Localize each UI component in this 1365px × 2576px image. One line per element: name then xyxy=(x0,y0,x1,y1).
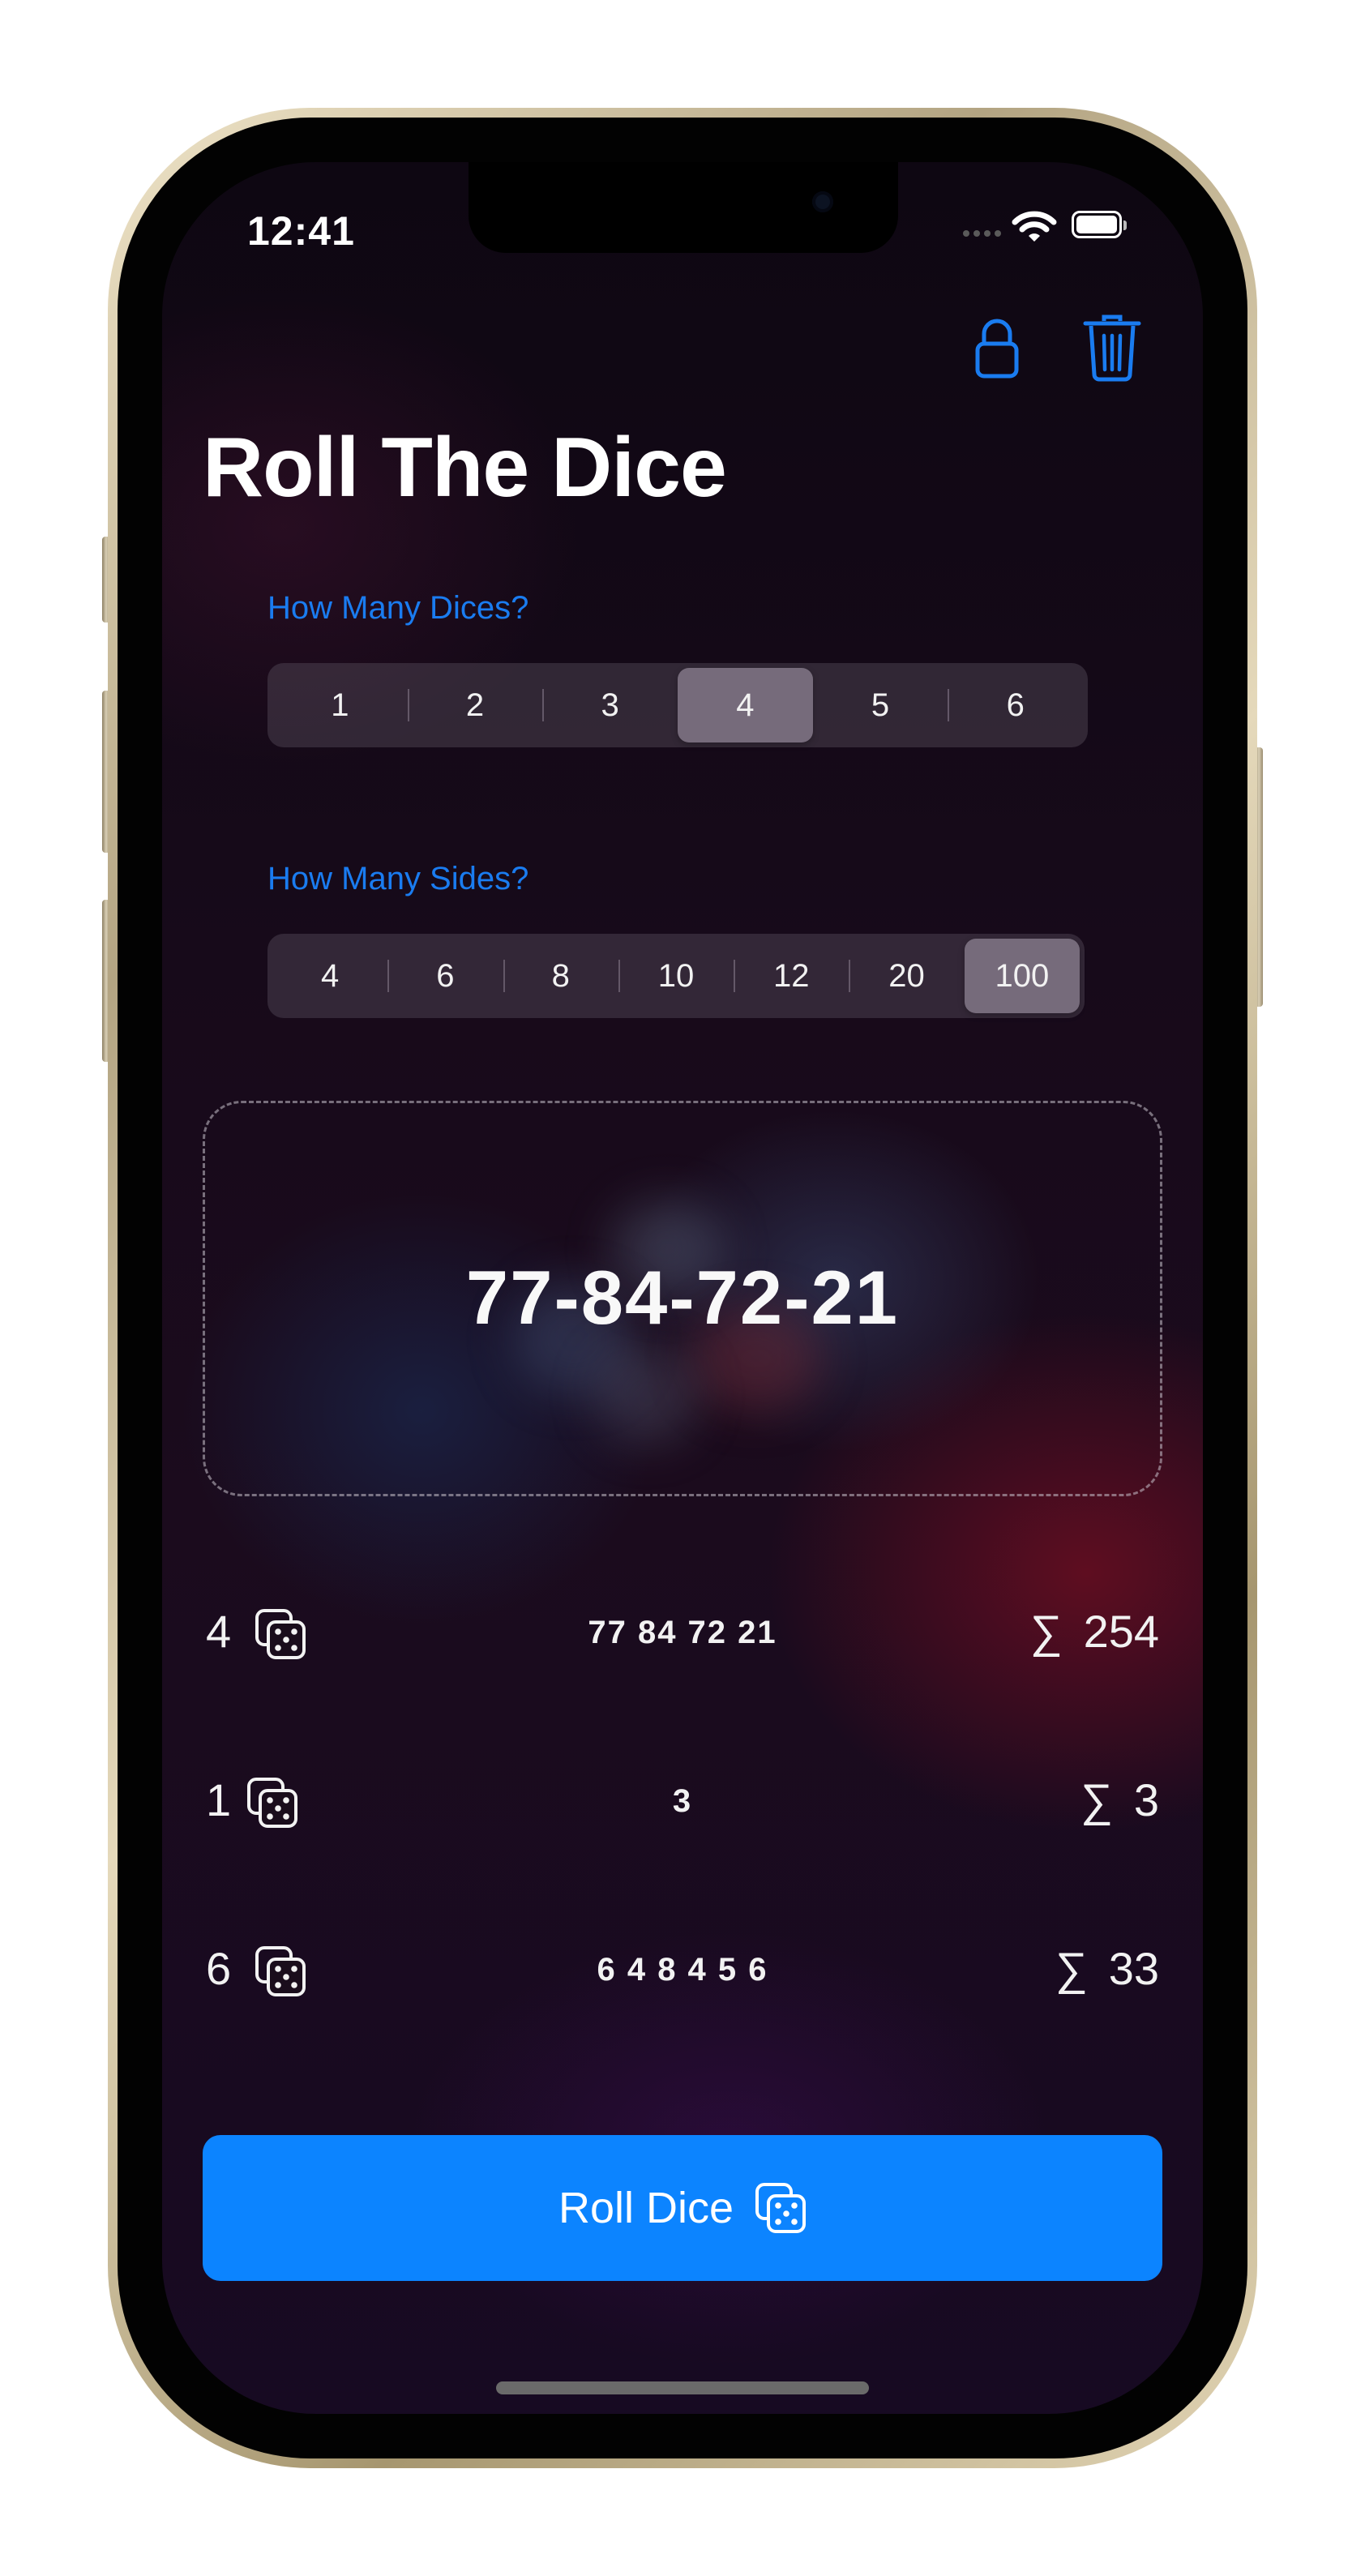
lock-icon[interactable] xyxy=(973,316,1021,381)
camera-icon xyxy=(812,191,833,212)
history-row[interactable]: 4 77 84 72 21 ∑ 254 xyxy=(203,1594,1162,1667)
sides-count-label: How Many Sides? xyxy=(267,861,529,896)
history-values: 77 84 72 21 xyxy=(588,1615,777,1650)
sigma-symbol: ∑ xyxy=(1029,1606,1063,1657)
history-values: 3 xyxy=(672,1783,693,1819)
roll-dice-label: Roll Dice xyxy=(558,2184,734,2232)
status-time: 12:41 xyxy=(247,208,355,254)
history-sum-value: 254 xyxy=(1083,1606,1159,1657)
sides-option-20[interactable]: 20 xyxy=(849,939,964,1013)
dice-count-label: How Many Dices? xyxy=(267,590,529,626)
sides-option-8[interactable]: 8 xyxy=(503,939,618,1013)
sides-count-picker: 4 6 8 10 12 20 100 xyxy=(267,934,1085,1018)
notch xyxy=(469,162,898,253)
history-sum: ∑ 33 xyxy=(1055,1942,1159,1995)
dice-option-1[interactable]: 1 xyxy=(272,668,408,742)
sides-option-12[interactable]: 12 xyxy=(734,939,849,1013)
sigma-symbol: ∑ xyxy=(1055,1943,1088,1994)
history-sum-value: 3 xyxy=(1133,1774,1159,1825)
roll-dice-button[interactable]: Roll Dice xyxy=(203,2135,1162,2281)
history-sum: ∑ 254 xyxy=(1030,1605,1159,1658)
home-indicator[interactable] xyxy=(496,2381,869,2394)
trash-icon[interactable] xyxy=(1083,313,1141,383)
roll-result: 77-84-72-21 xyxy=(465,1255,900,1340)
sides-option-10[interactable]: 10 xyxy=(618,939,734,1013)
history-row[interactable]: 6 6 4 8 4 5 6 ∑ 33 xyxy=(203,1931,1162,2004)
cellular-signal-icon xyxy=(963,230,1001,237)
history-row[interactable]: 1 3 ∑ 3 xyxy=(203,1762,1162,1835)
wifi-icon xyxy=(1012,211,1057,242)
history-sum-value: 33 xyxy=(1108,1943,1159,1994)
sides-option-6[interactable]: 6 xyxy=(387,939,503,1013)
dice-icon xyxy=(755,2183,807,2233)
dice-option-2[interactable]: 2 xyxy=(407,668,543,742)
dice-count-picker: 1 2 3 4 5 6 xyxy=(267,663,1088,747)
history-values: 6 4 8 4 5 6 xyxy=(597,1952,768,1988)
sides-option-4[interactable]: 4 xyxy=(272,939,387,1013)
sides-option-100[interactable]: 100 xyxy=(964,939,1080,1013)
app-screen: 12:41 Roll The Dice How Many Dices? 1 2 … xyxy=(162,162,1203,2414)
sigma-symbol: ∑ xyxy=(1080,1774,1113,1825)
roll-result-box[interactable]: 77-84-72-21 xyxy=(203,1101,1162,1496)
battery-icon xyxy=(1072,211,1127,238)
dice-option-3[interactable]: 3 xyxy=(542,668,678,742)
dice-option-5[interactable]: 5 xyxy=(813,668,948,742)
dice-option-4[interactable]: 4 xyxy=(678,668,813,742)
blurred-dice-backdrop xyxy=(594,1346,700,1444)
dice-option-6[interactable]: 6 xyxy=(948,668,1083,742)
page-title: Roll The Dice xyxy=(203,421,727,515)
history-sum: ∑ 3 xyxy=(1080,1774,1159,1826)
